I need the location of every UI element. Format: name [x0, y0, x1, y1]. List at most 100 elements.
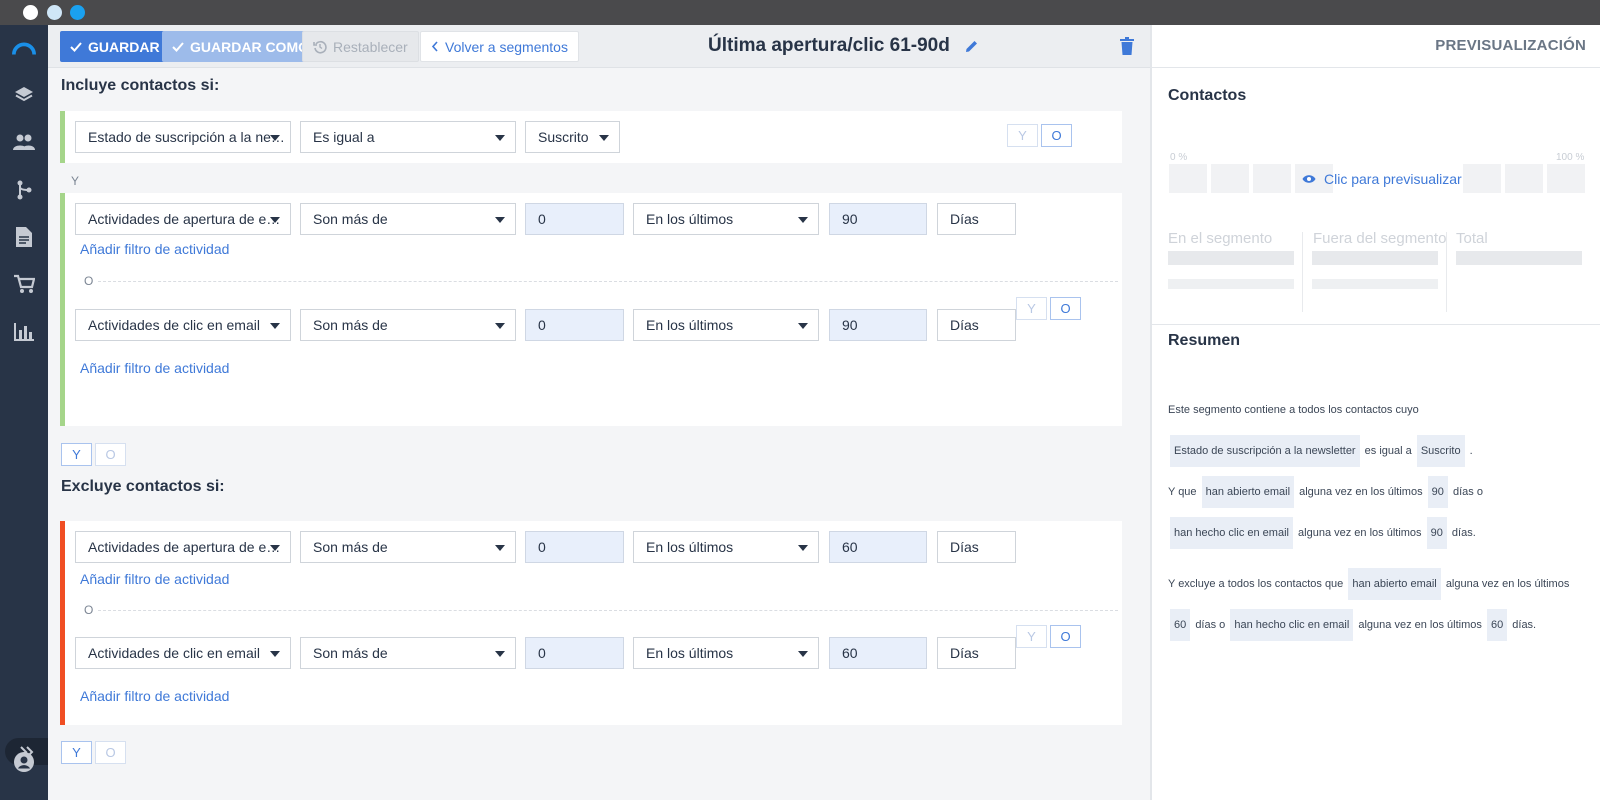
- out-segment-skeleton: [1312, 279, 1438, 289]
- user-icon[interactable]: [12, 750, 36, 774]
- trash-icon[interactable]: [1120, 37, 1134, 55]
- include-subscription-block: Estado de suscripción a la ne… Es igual …: [60, 111, 1122, 163]
- subscription-field-value: Estado de suscripción a la ne…: [88, 129, 285, 145]
- open-unit-field[interactable]: Días: [937, 203, 1016, 235]
- contacts-heading: Contactos: [1168, 87, 1247, 104]
- in-segment-skeleton: [1168, 279, 1294, 289]
- preview-bar-segment: [1253, 164, 1291, 193]
- total-label: Total: [1456, 230, 1488, 247]
- eye-icon: [1302, 175, 1316, 183]
- open-activity-field-select[interactable]: Actividades de apertura de e…: [75, 203, 291, 235]
- total-skeleton: [1456, 251, 1582, 265]
- save-as-button[interactable]: GUARDAR COMO: [162, 31, 319, 62]
- click-operator-value: Son más de: [313, 317, 388, 333]
- exclude-click-range-select[interactable]: En los últimos: [633, 637, 819, 669]
- preview-panel: PREVISUALIZACIÓN Contactos 0 % 100 % Cli…: [1150, 25, 1600, 800]
- exclude-click-range-value: En los últimos: [646, 645, 734, 661]
- click-unit-field[interactable]: Días: [937, 309, 1016, 341]
- layers-icon[interactable]: [12, 83, 36, 107]
- preview-bar-segment: [1547, 164, 1585, 193]
- exclude-open-days-input[interactable]: 60: [829, 531, 927, 563]
- click-activity-field-select[interactable]: Actividades de clic en email: [75, 309, 291, 341]
- subscription-operator-select[interactable]: Es igual a: [300, 121, 516, 153]
- exclude-open-count-input[interactable]: 0: [525, 531, 624, 563]
- logo-icon[interactable]: [12, 37, 36, 61]
- stats-icon[interactable]: [12, 320, 36, 344]
- click-to-preview-link[interactable]: Clic para previsualizar: [1302, 171, 1462, 187]
- exclude-click-days-input[interactable]: 60: [829, 637, 927, 669]
- exclude-click-unit-field[interactable]: Días: [937, 637, 1016, 669]
- or-divider: [98, 610, 1118, 611]
- save-button[interactable]: GUARDAR: [60, 31, 170, 62]
- out-segment-label: Fuera del segmento: [1313, 230, 1447, 247]
- add-and-group-button[interactable]: Y: [61, 443, 92, 466]
- back-to-segments-button[interactable]: Volver a segmentos: [420, 31, 579, 62]
- in-segment-label: En el segmento: [1168, 230, 1273, 247]
- exclude-click-operator-select[interactable]: Son más de: [300, 637, 516, 669]
- open-count-input[interactable]: 0: [525, 203, 624, 235]
- maximize-window-button[interactable]: [70, 5, 85, 20]
- preview-title: PREVISUALIZACIÓN: [1435, 37, 1586, 54]
- history-icon: [313, 40, 327, 54]
- summary-chip: Suscrito: [1416, 435, 1465, 468]
- preview-link-label: Clic para previsualizar: [1324, 171, 1462, 187]
- exclude-open-operator-select[interactable]: Son más de: [300, 531, 516, 563]
- add-activity-filter-link[interactable]: Añadir filtro de actividad: [80, 241, 229, 257]
- exclude-activity-block: Actividades de apertura de e… Son más de…: [60, 521, 1122, 725]
- preview-bar-segment: [1211, 164, 1249, 193]
- summary-text-part: Y que: [1168, 486, 1197, 498]
- cart-icon[interactable]: [12, 272, 36, 296]
- pencil-icon[interactable]: [964, 39, 979, 54]
- add-and-group-button[interactable]: Y: [61, 741, 92, 764]
- summary-text: Este segmento contiene a todos los conta…: [1168, 390, 1580, 646]
- open-operator-select[interactable]: Son más de: [300, 203, 516, 235]
- add-or-group-button[interactable]: O: [95, 741, 126, 764]
- exclude-open-field-select[interactable]: Actividades de apertura de e…: [75, 531, 291, 563]
- summary-chip: han hecho clic en email: [1230, 609, 1354, 642]
- open-days-input[interactable]: 90: [829, 203, 927, 235]
- add-and-button[interactable]: Y: [1007, 124, 1038, 147]
- save-as-label: GUARDAR COMO: [190, 38, 309, 55]
- click-days-input[interactable]: 90: [829, 309, 927, 341]
- pct-min-label: 0 %: [1170, 152, 1188, 163]
- exclude-open-range-select[interactable]: En los últimos: [633, 531, 819, 563]
- summary-chip: han abierto email: [1201, 476, 1295, 509]
- include-activity-block: Actividades de apertura de e… Son más de…: [60, 193, 1122, 426]
- add-activity-filter-link[interactable]: Añadir filtro de actividad: [80, 688, 229, 704]
- minimize-window-button[interactable]: [47, 5, 62, 20]
- divider: [1152, 324, 1600, 325]
- document-icon[interactable]: [12, 225, 36, 249]
- add-and-button[interactable]: Y: [1016, 297, 1047, 320]
- close-window-button[interactable]: [23, 5, 38, 20]
- summary-chip: han hecho clic en email: [1170, 517, 1293, 550]
- open-range-select[interactable]: En los últimos: [633, 203, 819, 235]
- click-range-select[interactable]: En los últimos: [633, 309, 819, 341]
- summary-sentence-exclude: Y excluye a todos los contactos que han …: [1168, 564, 1580, 646]
- include-bar: [60, 193, 65, 426]
- add-or-button[interactable]: O: [1050, 625, 1081, 648]
- subscription-value-select[interactable]: Suscrito: [525, 121, 620, 153]
- preview-bar-segment: [1463, 164, 1501, 193]
- exclude-click-field-select[interactable]: Actividades de clic en email: [75, 637, 291, 669]
- add-activity-filter-link[interactable]: Añadir filtro de actividad: [80, 571, 229, 587]
- in-segment-skeleton: [1168, 251, 1294, 265]
- pct-max-label: 100 %: [1556, 152, 1585, 163]
- click-count-input[interactable]: 0: [525, 309, 624, 341]
- exclude-open-unit-field[interactable]: Días: [937, 531, 1016, 563]
- summary-text-part: días.: [1451, 527, 1476, 539]
- summary-text-part: días.: [1512, 619, 1537, 631]
- contacts-icon[interactable]: [12, 130, 36, 154]
- click-operator-select[interactable]: Son más de: [300, 309, 516, 341]
- add-and-button[interactable]: Y: [1016, 625, 1047, 648]
- summary-chip: 60: [1486, 609, 1508, 642]
- summary-text-part: días o: [1195, 619, 1226, 631]
- add-or-button[interactable]: O: [1041, 124, 1072, 147]
- exclude-click-count-input[interactable]: 0: [525, 637, 624, 669]
- include-heading: Incluye contactos si:: [61, 77, 220, 94]
- add-activity-filter-link[interactable]: Añadir filtro de actividad: [80, 360, 229, 376]
- subscription-field-select[interactable]: Estado de suscripción a la ne…: [75, 121, 291, 153]
- add-or-group-button[interactable]: O: [95, 443, 126, 466]
- automation-icon[interactable]: [12, 178, 36, 202]
- add-or-button[interactable]: O: [1050, 297, 1081, 320]
- reset-button[interactable]: Restablecer: [302, 31, 419, 62]
